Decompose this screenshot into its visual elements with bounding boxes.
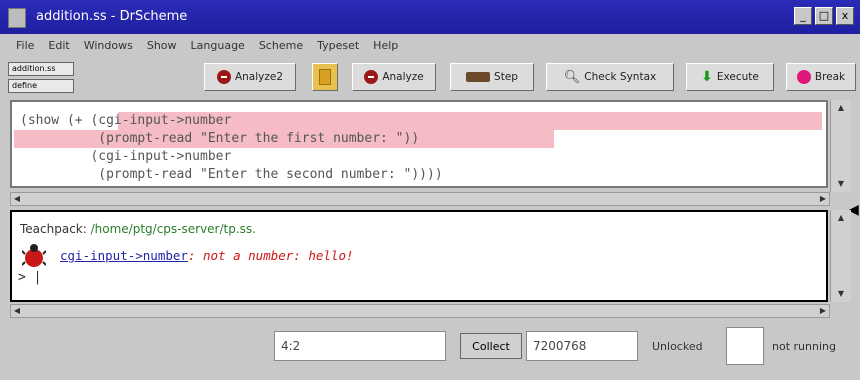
repl-prompt[interactable]: > | bbox=[18, 270, 41, 285]
code-line: (prompt-read "Enter the first number: ")… bbox=[20, 131, 420, 146]
break-button[interactable]: Break bbox=[786, 63, 856, 91]
menu-windows[interactable]: Windows bbox=[82, 37, 135, 57]
menu-help[interactable]: Help bbox=[371, 37, 400, 57]
interactions-horizontal-scrollbar[interactable]: ◀ ▶ bbox=[10, 304, 830, 318]
title-bar: addition.ss - DrScheme _ □ x bbox=[0, 0, 860, 34]
selector-group: addition.ss define bbox=[8, 62, 74, 96]
collect-button[interactable]: Collect bbox=[460, 333, 522, 359]
menu-file[interactable]: File bbox=[14, 37, 36, 57]
definitions-vertical-scrollbar[interactable]: ▲ ▼ bbox=[830, 100, 851, 192]
minimize-button[interactable]: _ bbox=[794, 7, 812, 25]
scroll-down-arrow-icon[interactable]: ▼ bbox=[835, 288, 847, 300]
bug-icon[interactable] bbox=[22, 242, 46, 268]
define-selector[interactable]: define bbox=[8, 79, 74, 93]
stop-sign-icon bbox=[364, 70, 379, 84]
stop-sign-icon bbox=[216, 70, 231, 84]
error-message: : not a number: hello! bbox=[187, 248, 354, 263]
close-button[interactable]: x bbox=[836, 7, 854, 25]
menu-typeset[interactable]: Typeset bbox=[315, 37, 361, 57]
teachpack-line: Teachpack: /home/ptg/cps-server/tp.ss. bbox=[20, 222, 256, 236]
position-indicator: 4:2 bbox=[274, 331, 446, 361]
scroll-up-arrow-icon[interactable]: ▲ bbox=[835, 102, 847, 114]
lock-tool-button[interactable] bbox=[312, 63, 338, 91]
file-selector[interactable]: addition.ss bbox=[8, 62, 74, 76]
menu-language[interactable]: Language bbox=[189, 37, 247, 57]
scroll-down-arrow-icon[interactable]: ▼ bbox=[835, 178, 847, 190]
scroll-right-arrow-icon[interactable]: ▶ bbox=[817, 193, 829, 205]
teachpack-path: /home/ptg/cps-server/tp.ss. bbox=[90, 222, 256, 236]
status-box bbox=[726, 327, 764, 365]
menu-edit[interactable]: Edit bbox=[46, 37, 71, 57]
scroll-up-arrow-icon[interactable]: ▲ bbox=[835, 212, 847, 224]
break-icon bbox=[796, 70, 811, 84]
window-title: addition.ss - DrScheme bbox=[36, 9, 188, 24]
maximize-button[interactable]: □ bbox=[815, 7, 833, 25]
execute-button[interactable]: ⬇ Execute bbox=[686, 63, 774, 91]
scroll-left-arrow-icon[interactable]: ◀ bbox=[11, 305, 23, 317]
footprint-icon bbox=[466, 72, 491, 82]
app-icon bbox=[8, 8, 26, 28]
code-text: (show (+ (cgi-input->number (prompt-read… bbox=[20, 112, 443, 184]
scroll-right-arrow-icon[interactable]: ▶ bbox=[817, 305, 829, 317]
code-line: (cgi-input->number bbox=[20, 149, 232, 164]
lock-icon bbox=[319, 69, 331, 85]
scroll-left-arrow-icon[interactable]: ◀ bbox=[11, 193, 23, 205]
teachpack-label: Teachpack: bbox=[20, 222, 91, 236]
magnifier-icon: 🔍︎ bbox=[563, 69, 581, 85]
menu-scheme[interactable]: Scheme bbox=[257, 37, 305, 57]
definitions-window[interactable]: (show (+ (cgi-input->number (prompt-read… bbox=[10, 100, 828, 188]
menu-show[interactable]: Show bbox=[145, 37, 179, 57]
interactions-vertical-scrollbar[interactable]: ▲ ▼ bbox=[830, 210, 851, 302]
code-line: (prompt-read "Enter the second number: "… bbox=[20, 167, 443, 182]
error-source-link[interactable]: cgi-input->number bbox=[60, 248, 188, 263]
memory-usage: 7200768 bbox=[526, 331, 638, 361]
lock-status: Unlocked bbox=[652, 340, 703, 353]
step-button[interactable]: Step bbox=[450, 63, 534, 91]
definitions-horizontal-scrollbar[interactable]: ◀ ▶ bbox=[10, 192, 830, 206]
down-arrow-icon: ⬇ bbox=[701, 69, 713, 85]
running-status: not running bbox=[772, 340, 836, 353]
analyze-button[interactable]: Analyze bbox=[352, 63, 436, 91]
menu-bar: File Edit Windows Show Language Scheme T… bbox=[14, 37, 400, 57]
interactions-window[interactable]: Teachpack: /home/ptg/cps-server/tp.ss. c… bbox=[10, 210, 828, 302]
check-syntax-button[interactable]: 🔍︎ Check Syntax bbox=[546, 63, 674, 91]
analyze2-button[interactable]: Analyze2 bbox=[204, 63, 296, 91]
error-line: cgi-input->number: not a number: hello! bbox=[60, 248, 354, 263]
code-line: (show (+ (cgi-input->number bbox=[20, 113, 232, 128]
